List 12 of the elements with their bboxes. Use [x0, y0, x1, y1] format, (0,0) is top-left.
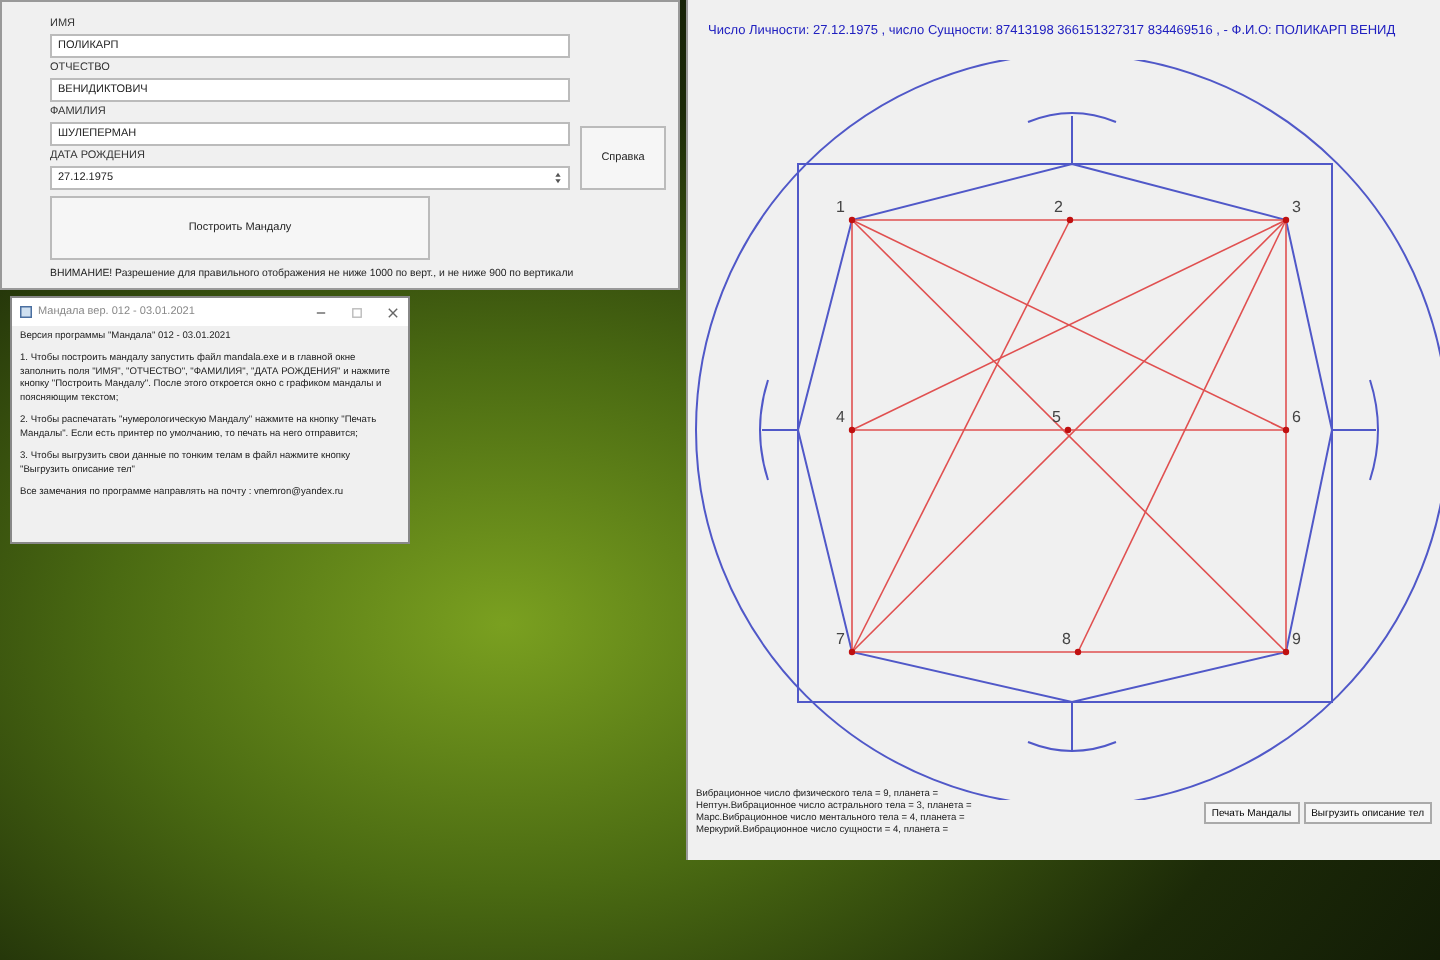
point-number: 8 — [1062, 630, 1071, 648]
app-icon — [20, 306, 32, 318]
spin-arrows-icon[interactable] — [554, 170, 562, 186]
point-number: 2 — [1054, 198, 1063, 216]
point-number: 1 — [836, 198, 845, 216]
point-number: 5 — [1052, 408, 1061, 426]
point-number: 3 — [1292, 198, 1301, 216]
point-number: 4 — [836, 408, 845, 426]
point-number: 9 — [1292, 630, 1301, 648]
point-number: 7 — [836, 630, 845, 648]
close-icon[interactable] — [386, 305, 400, 319]
point-number: 6 — [1292, 408, 1301, 426]
